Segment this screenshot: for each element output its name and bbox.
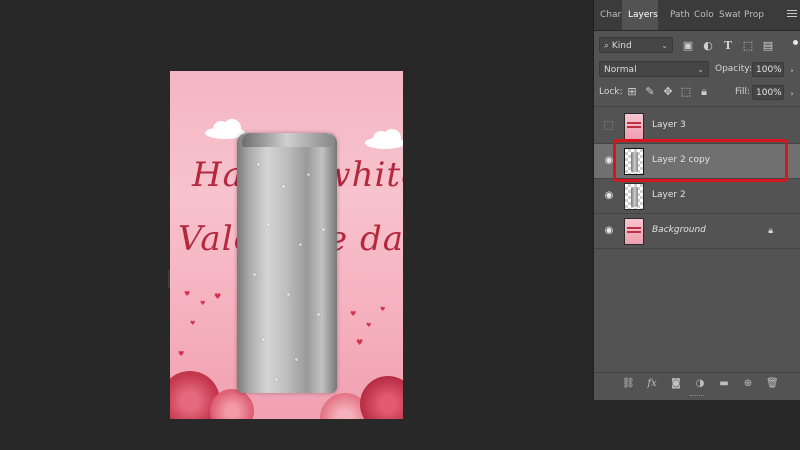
layer-row-layer-2-copy[interactable]: ◉ Layer 2 copy (594, 144, 800, 179)
layer-name[interactable]: Layer 2 copy (652, 155, 710, 165)
blend-mode-dropdown[interactable]: Normal ⌄ (599, 61, 709, 77)
filter-row: ⌕ Kind ⌄ ▣ ◐ T ⬚ ▤ (594, 35, 800, 55)
tab-properties[interactable]: Prop (744, 0, 769, 30)
layer-thumbnail (624, 113, 644, 140)
group-folder-icon[interactable]: ▬ (718, 378, 730, 390)
adjustment-filter-icon[interactable]: ◐ (702, 40, 714, 52)
fill-value: 100% (756, 88, 782, 98)
visibility-toggle-off[interactable] (604, 121, 613, 130)
panel-menu-icon[interactable] (787, 10, 797, 20)
opacity-label: Opacity: (715, 64, 752, 74)
document-canvas[interactable]: Happy white Valentine day ♥ ♥ ♥ ♥ ♥ ♥ ♥ … (170, 71, 403, 419)
layers-panel: Char Layers Path Colo Swat Prop ⌕ Kind ⌄… (593, 0, 800, 400)
lock-artboard-icon[interactable]: ⬚ (680, 86, 692, 98)
layer-thumbnail (624, 218, 644, 245)
layer-name[interactable]: Layer 2 (652, 190, 686, 200)
pixel-filter-icon[interactable]: ▣ (682, 40, 694, 52)
chevron-right-icon[interactable]: › (786, 88, 798, 100)
mask-icon[interactable]: ◙ (670, 378, 682, 390)
layer-row-layer-2[interactable]: ◉ Layer 2 (594, 179, 800, 214)
blend-row: Normal ⌄ Opacity: 100% › (594, 59, 800, 79)
fill-label: Fill: (735, 87, 751, 97)
eye-icon[interactable]: ◉ (603, 226, 615, 236)
tab-color[interactable]: Colo (694, 0, 715, 30)
lock-transparency-icon[interactable]: ⊞ (626, 86, 638, 98)
layer-row-background[interactable]: ◉ Background 🔒︎ (594, 214, 800, 249)
paper-flower (360, 376, 403, 419)
opacity-field[interactable]: 100% (752, 62, 784, 77)
smart-object-filter-icon[interactable]: ▤ (762, 40, 774, 52)
lock-brush-icon[interactable]: ✎ (644, 86, 656, 98)
heart-decoration: ♥ (190, 320, 196, 327)
fill-field[interactable]: 100% (752, 85, 784, 100)
link-icon[interactable]: ⛓ (622, 378, 635, 390)
layer-name[interactable]: Background (652, 225, 706, 235)
lock-label: Lock: (599, 87, 623, 97)
new-layer-icon[interactable]: ⊕ (742, 378, 754, 390)
lock-row: Lock: ⊞ ✎ ✥ ⬚ 🔒︎ Fill: 100% › (594, 84, 800, 102)
adjustment-icon[interactable]: ◑ (694, 378, 706, 390)
layer-thumbnail (624, 183, 644, 210)
lock-all-icon[interactable]: 🔒︎ (698, 86, 710, 98)
lock-position-icon[interactable]: ✥ (662, 86, 674, 98)
panel-resize-grip[interactable] (690, 395, 704, 398)
tab-swatches[interactable]: Swat (719, 0, 740, 30)
layer-row-layer-3[interactable]: Layer 3 (594, 109, 800, 144)
tab-layers[interactable]: Layers (622, 0, 658, 30)
lock-icon: 🔒︎ (768, 226, 773, 236)
can-lid (242, 133, 332, 147)
heart-decoration: ♥ (200, 300, 206, 307)
tab-paths[interactable]: Path (670, 0, 690, 30)
search-icon: ⌕ (604, 41, 612, 51)
chevron-down-icon: ⌄ (697, 65, 704, 74)
cloud-right (365, 129, 403, 149)
chevron-right-icon[interactable]: › (786, 65, 798, 77)
heart-decoration: ♥ (366, 322, 372, 329)
heart-decoration: ♥ (380, 306, 386, 313)
heart-decoration: ♥ (184, 290, 191, 298)
trash-icon[interactable]: 🗑︎ (766, 378, 779, 390)
heart-decoration: ♥ (356, 338, 364, 347)
fx-icon[interactable]: fx (646, 378, 658, 390)
paper-flower (210, 389, 254, 419)
filter-kind-dropdown[interactable]: ⌕ Kind ⌄ (599, 37, 673, 53)
heart-decoration: ♥ (350, 310, 357, 318)
shape-filter-icon[interactable]: ⬚ (742, 40, 754, 52)
eye-icon[interactable]: ◉ (603, 156, 615, 166)
heart-decoration: ♥ (214, 292, 222, 301)
layer-thumbnail (624, 148, 644, 175)
opacity-value: 100% (756, 65, 782, 75)
heart-decoration: ♥ (178, 350, 185, 358)
panel-tab-bar: Char Layers Path Colo Swat Prop (594, 0, 800, 31)
layer-list: Layer 3 ◉ Layer 2 copy ◉ Layer 2 ◉ Backg… (594, 106, 800, 249)
filter-kind-label: Kind (611, 41, 632, 51)
layer-name[interactable]: Layer 3 (652, 120, 686, 130)
tab-character[interactable]: Char (600, 0, 622, 30)
chevron-down-icon: ⌄ (661, 41, 668, 50)
soda-can[interactable] (237, 133, 337, 393)
type-filter-icon[interactable]: T (722, 40, 734, 52)
blend-mode-value: Normal (604, 65, 637, 75)
layers-bottom-toolbar: ⛓ fx ◙ ◑ ▬ ⊕ 🗑︎ (594, 372, 800, 395)
eye-icon[interactable]: ◉ (603, 191, 615, 201)
